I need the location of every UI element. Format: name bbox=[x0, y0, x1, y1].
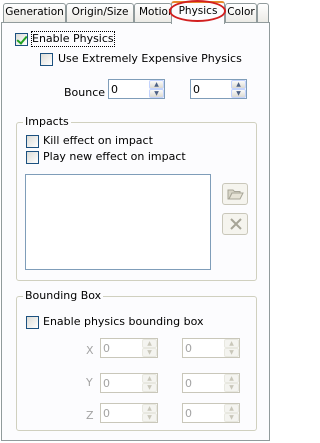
tab-strip: Generation Origin/Size Motion Physics Co… bbox=[0, 0, 271, 24]
z-min-up-button[interactable]: ▲ bbox=[142, 404, 157, 413]
tab-overflow bbox=[257, 3, 269, 22]
z-min-input[interactable] bbox=[101, 404, 141, 422]
enable-physics-checkbox[interactable] bbox=[15, 33, 28, 46]
bounding-box-checkbox[interactable] bbox=[26, 316, 39, 329]
z-max-down-button[interactable]: ▼ bbox=[224, 413, 239, 422]
bounce-1-up-button[interactable]: ▲ bbox=[149, 80, 164, 89]
z-min-down-button[interactable]: ▼ bbox=[142, 413, 157, 422]
open-effect-button[interactable] bbox=[222, 183, 248, 205]
delete-effect-button[interactable] bbox=[222, 213, 248, 235]
y-max-down-button[interactable]: ▼ bbox=[224, 383, 239, 392]
bounce-1-down-button[interactable]: ▼ bbox=[149, 89, 164, 98]
z-axis-label: Z bbox=[86, 409, 94, 422]
tab-generation[interactable]: Generation bbox=[3, 3, 66, 22]
folder-open-icon bbox=[227, 189, 244, 200]
y-min-up-button[interactable]: ▲ bbox=[142, 374, 157, 383]
bounce-input-2[interactable] bbox=[191, 80, 231, 98]
tab-origin-size[interactable]: Origin/Size bbox=[66, 3, 134, 22]
y-min-spinner[interactable]: ▲ ▼ bbox=[100, 373, 158, 393]
z-min-spinner[interactable]: ▲ ▼ bbox=[100, 403, 158, 423]
y-max-input[interactable] bbox=[183, 374, 223, 392]
bounce-2-up-button[interactable]: ▲ bbox=[231, 80, 246, 89]
z-max-input[interactable] bbox=[183, 404, 223, 422]
x-max-input[interactable] bbox=[183, 339, 223, 357]
y-max-up-button[interactable]: ▲ bbox=[224, 374, 239, 383]
bounding-box-group-title: Bounding Box bbox=[23, 289, 104, 303]
kill-effect-checkbox[interactable] bbox=[26, 135, 39, 148]
bounce-spinner-2[interactable]: ▲ ▼ bbox=[190, 79, 247, 99]
x-max-down-button[interactable]: ▼ bbox=[224, 348, 239, 357]
y-max-spinner[interactable]: ▲ ▼ bbox=[182, 373, 240, 393]
x-max-spinner[interactable]: ▲ ▼ bbox=[182, 338, 240, 358]
y-min-input[interactable] bbox=[101, 374, 141, 392]
z-max-up-button[interactable]: ▲ bbox=[224, 404, 239, 413]
x-axis-label: X bbox=[86, 344, 94, 357]
x-min-input[interactable] bbox=[101, 339, 141, 357]
x-min-down-button[interactable]: ▼ bbox=[142, 348, 157, 357]
bounce-spinner-1[interactable]: ▲ ▼ bbox=[108, 79, 165, 99]
impact-effects-list[interactable] bbox=[25, 174, 211, 270]
tab-physics[interactable]: Physics bbox=[171, 1, 225, 24]
x-max-up-button[interactable]: ▲ bbox=[224, 339, 239, 348]
x-min-up-button[interactable]: ▲ bbox=[142, 339, 157, 348]
impacts-group-title: Impacts bbox=[23, 115, 71, 129]
bounce-input-1[interactable] bbox=[109, 80, 149, 98]
y-min-down-button[interactable]: ▼ bbox=[142, 383, 157, 392]
enable-physics-label[interactable]: Enable Physics bbox=[31, 31, 115, 47]
play-effect-checkbox[interactable] bbox=[26, 151, 39, 164]
bounding-box-label[interactable]: Enable physics bounding box bbox=[43, 315, 204, 329]
bounce-label: Bounce bbox=[64, 86, 106, 99]
tab-color[interactable]: Color bbox=[225, 3, 257, 22]
bounce-2-down-button[interactable]: ▼ bbox=[231, 89, 246, 98]
expensive-physics-checkbox[interactable] bbox=[40, 53, 53, 66]
y-axis-label: Y bbox=[86, 376, 93, 389]
play-effect-label[interactable]: Play new effect on impact bbox=[43, 150, 186, 164]
expensive-physics-label[interactable]: Use Extremely Expensive Physics bbox=[58, 52, 242, 66]
delete-x-icon bbox=[230, 218, 242, 230]
x-min-spinner[interactable]: ▲ ▼ bbox=[100, 338, 158, 358]
kill-effect-label[interactable]: Kill effect on impact bbox=[43, 134, 153, 148]
tab-motion[interactable]: Motion bbox=[134, 3, 172, 22]
z-max-spinner[interactable]: ▲ ▼ bbox=[182, 403, 240, 423]
